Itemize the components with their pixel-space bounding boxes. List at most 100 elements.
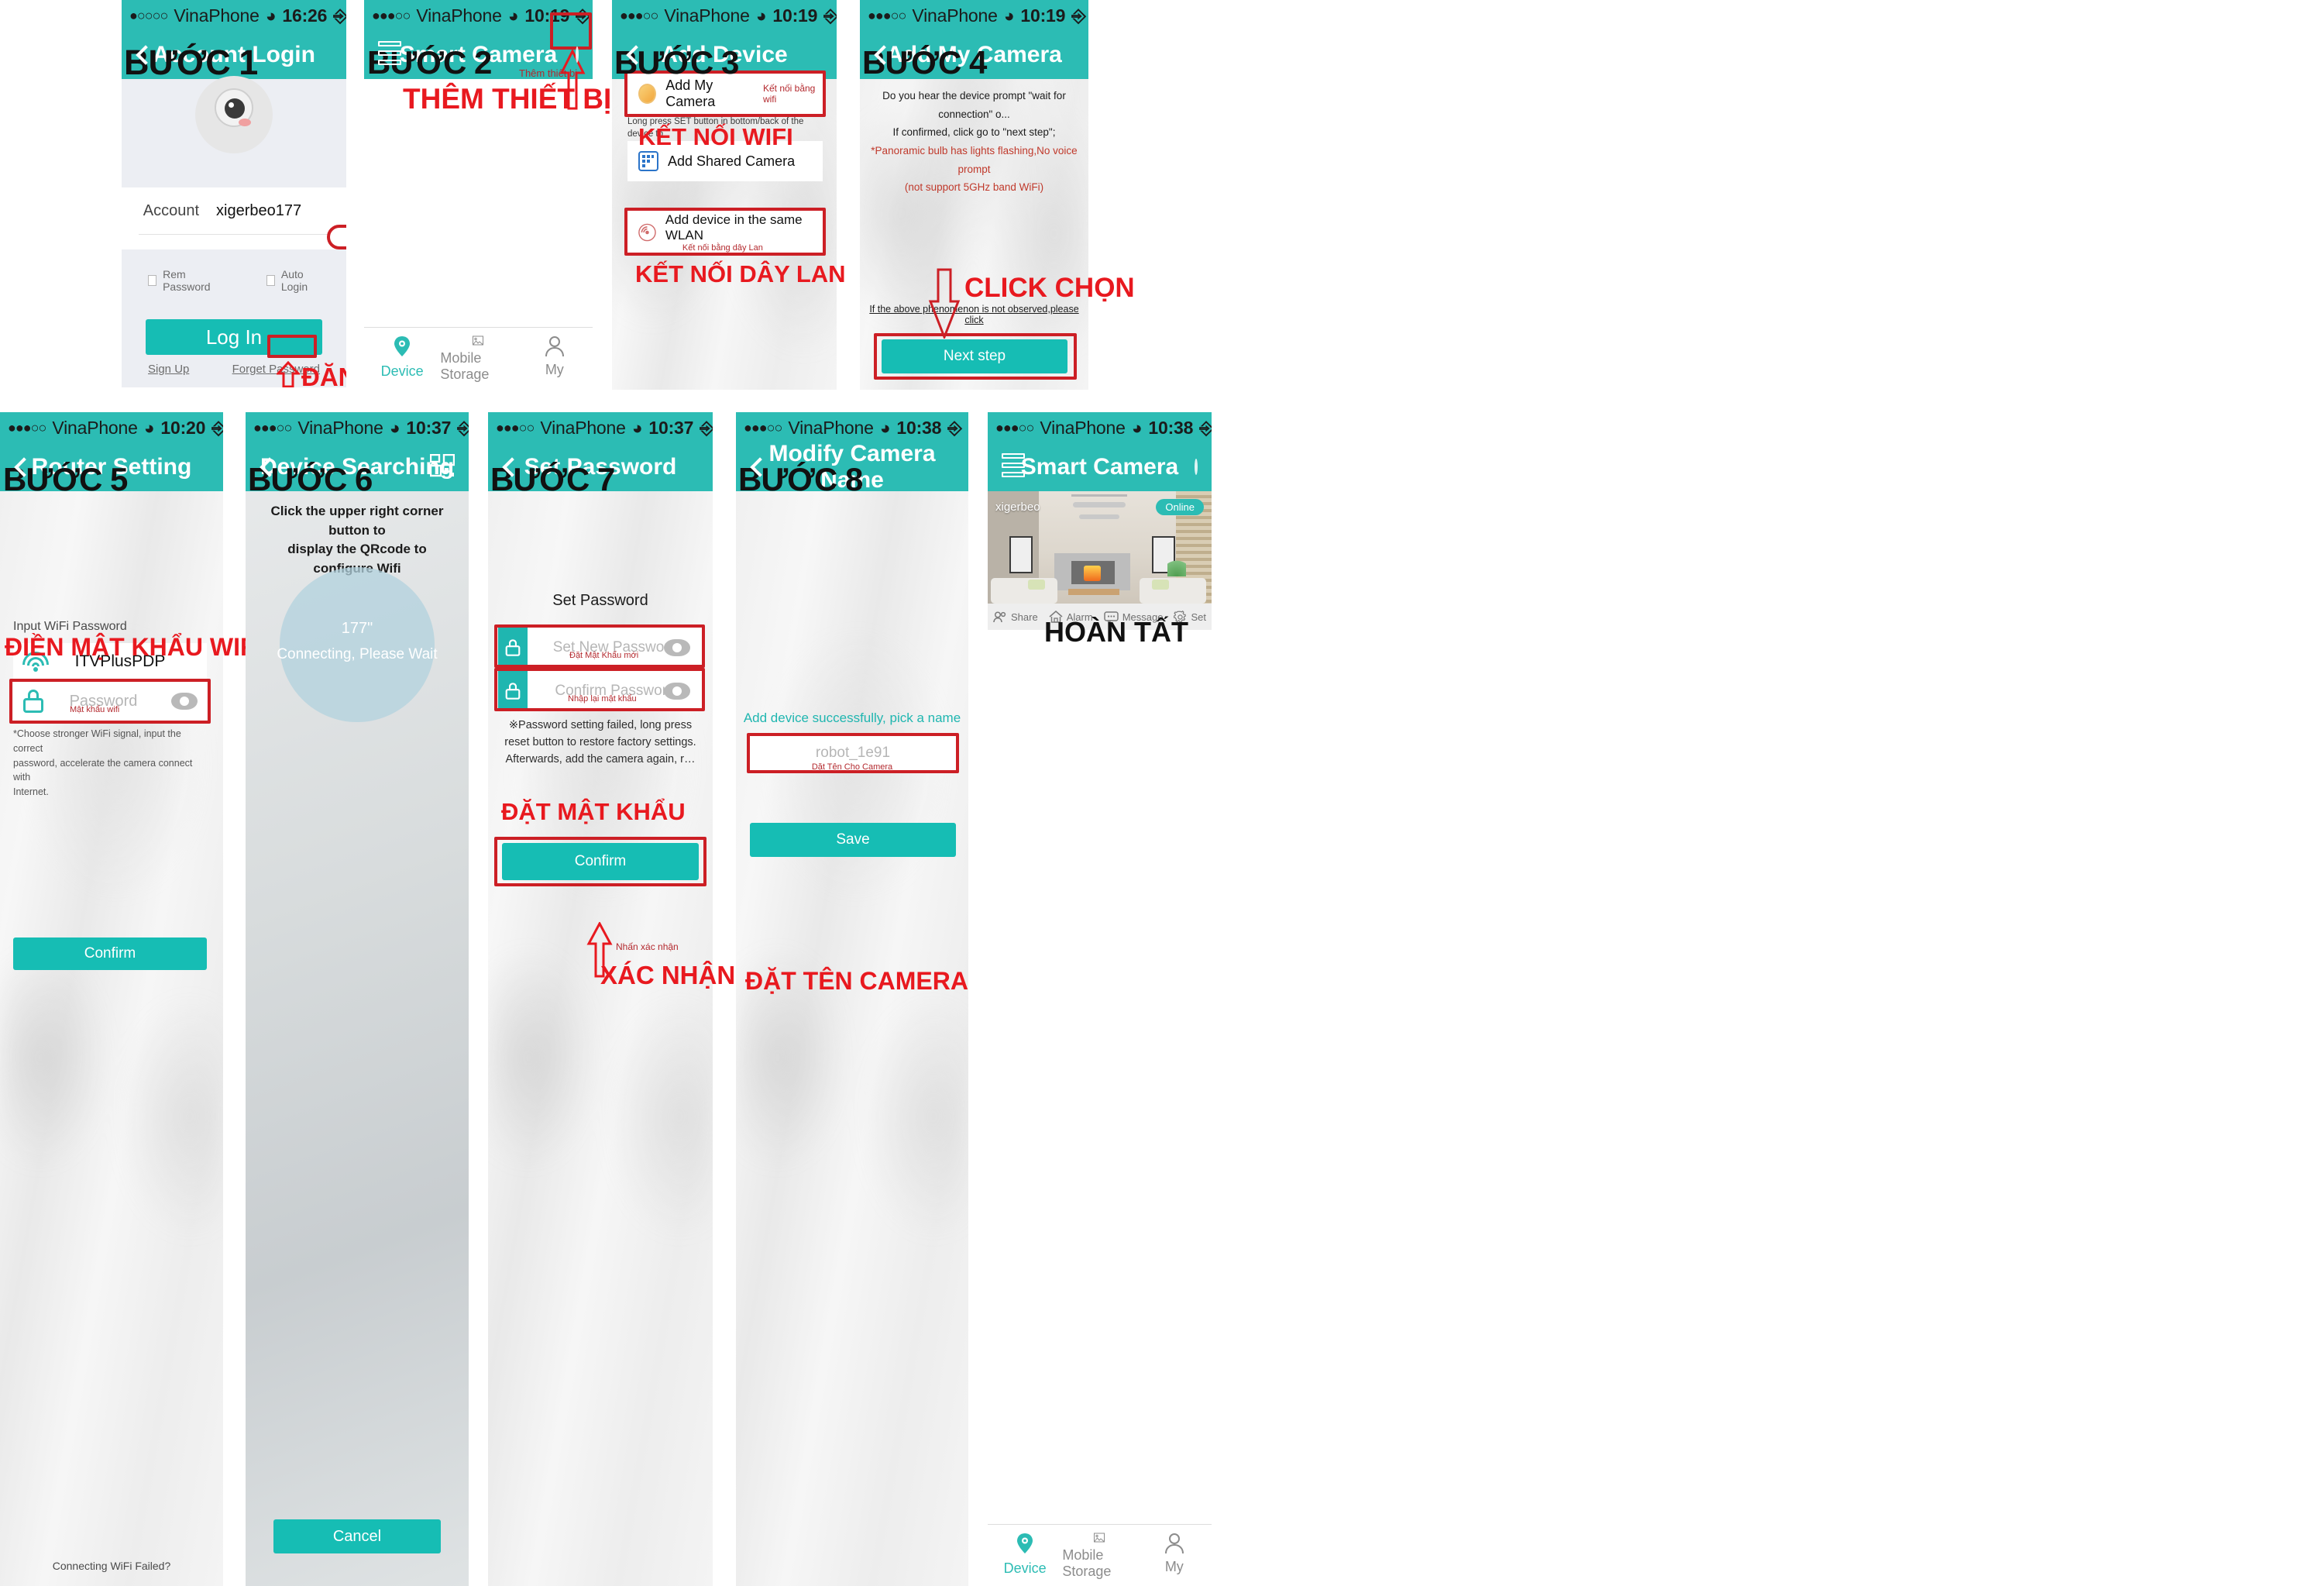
- status-bar: ●●●○○ VinaPhone ◕ 10:38 ⎆ ➤ ⏰ 87%: [736, 412, 968, 443]
- prompt-line-2: If confirmed, click go to "next step";: [892, 126, 1056, 139]
- signal-dots-icon: ●●●○○: [744, 419, 782, 435]
- status-bar: ●●●○○ VinaPhone ◕ 10:19 ⎆ ➤ ⏰ 89%: [860, 0, 1088, 31]
- wifi-status-icon: ◕: [143, 417, 155, 438]
- action-share[interactable]: Share: [993, 611, 1038, 623]
- back-button[interactable]: [874, 45, 894, 65]
- camera-name-input[interactable]: robot_1e91: [816, 745, 890, 762]
- qrcode-button[interactable]: [429, 453, 456, 481]
- annotation-ket-noi-day-lan: KẾT NỐI DÂY LAN: [635, 260, 846, 287]
- new-password-note: Đặt Mật Khẩu mới: [569, 651, 639, 660]
- prompt-text-block: Do you hear the device prompt "wait for …: [860, 87, 1088, 197]
- add-my-camera-note: Kết nối bằng wifi: [762, 83, 816, 105]
- back-button[interactable]: [626, 45, 646, 65]
- annotation-ket-noi-wifi: KẾT NỐI WIFI: [638, 123, 793, 150]
- rem-password-label: Rem Password: [163, 268, 211, 293]
- back-button[interactable]: [502, 457, 522, 477]
- hint-line-1: ※Password setting failed, long press: [508, 719, 693, 731]
- tab-label: My: [1164, 1559, 1184, 1574]
- sign-up-link[interactable]: Sign Up: [148, 363, 189, 376]
- confirm-button-label: Confirm: [574, 853, 627, 869]
- show-password-icon[interactable]: [171, 693, 198, 710]
- carrier-label: VinaPhone: [912, 5, 998, 26]
- connecting-text: Connecting, Please Wait: [277, 646, 438, 662]
- set-password-heading: Set Password: [552, 592, 648, 609]
- bottom-tab-bar: Device Mobile Storage My: [988, 1524, 1212, 1580]
- clock-label: 10:19: [1020, 5, 1066, 26]
- tab-device[interactable]: Device: [988, 1525, 1062, 1580]
- back-button[interactable]: [14, 457, 34, 477]
- tutorial-collage: ●○○○○ VinaPhone ◕ 16:26 ⎆ ➤ ⏰ 57% Accoun…: [0, 0, 2324, 1586]
- back-button[interactable]: [260, 457, 280, 477]
- signal-dots-icon: ●●●○○: [253, 419, 292, 435]
- nav-bar: Smart Camera: [988, 443, 1212, 491]
- signal-dots-icon: ●●●○○: [995, 419, 1034, 435]
- login-button[interactable]: Log In: [146, 319, 322, 355]
- cancel-button[interactable]: Cancel: [273, 1519, 441, 1553]
- carrier-label: VinaPhone: [664, 5, 750, 26]
- hint-line-3: Internet.: [13, 786, 49, 797]
- tab-my[interactable]: My: [517, 328, 593, 383]
- background-blur: [488, 412, 713, 1586]
- status-bar: ●●●○○ VinaPhone ◕ 10:19 ⎆ ➤ ⏰ 89%: [612, 0, 837, 31]
- status-badge: Online: [1156, 499, 1204, 515]
- connecting-failed-link[interactable]: Connecting WiFi Failed?: [0, 1560, 223, 1572]
- confirm-button[interactable]: Confirm: [502, 843, 699, 880]
- back-button[interactable]: [136, 45, 156, 65]
- tab-mobile-storage[interactable]: Mobile Storage: [440, 328, 516, 383]
- menu-icon[interactable]: [378, 41, 401, 69]
- menu-icon[interactable]: [1002, 453, 1025, 481]
- avatar: [195, 76, 273, 153]
- lock-icon: [498, 671, 528, 711]
- back-button[interactable]: [750, 457, 770, 477]
- carrier-label: VinaPhone: [52, 417, 138, 438]
- confirm-button-label: Confirm: [84, 945, 136, 962]
- tab-my[interactable]: My: [1137, 1525, 1212, 1580]
- wifi-status-icon: ◕: [879, 417, 891, 438]
- panel-step6: ●●●○○ VinaPhone ◕ 10:37 ⎆ ⏰ 87% Device S…: [246, 412, 469, 1586]
- image-icon: [1094, 1533, 1105, 1543]
- hint-line-3: Afterwards, add the camera again, r…: [505, 752, 696, 765]
- qr-code-icon: [638, 151, 658, 171]
- tab-label: Mobile Storage: [1062, 1547, 1112, 1579]
- add-wlan-note: Kết nối bằng dây Lan: [682, 243, 763, 253]
- camera-preview[interactable]: xigerbeo Online: [988, 491, 1212, 604]
- confirm-button[interactable]: Confirm: [13, 937, 207, 970]
- add-device-button[interactable]: [576, 46, 579, 63]
- rotation-lock-icon: ⎆: [700, 417, 713, 438]
- show-confirm-password-icon[interactable]: [664, 683, 690, 700]
- add-wlan-row[interactable]: Add device in the same WLAN Kết nối bằng…: [627, 211, 823, 253]
- status-bar: ●●●○○ VinaPhone ◕ 10:19 ⎆ ➤ ⏰ 89%: [364, 0, 593, 31]
- rotation-lock-icon: ⎆: [1199, 417, 1212, 438]
- auto-login-checkbox[interactable]: Auto Login: [266, 268, 320, 293]
- plus-icon: [576, 46, 579, 63]
- tab-label: My: [545, 362, 564, 377]
- plus-icon: [1195, 459, 1198, 475]
- image-icon: [473, 335, 484, 346]
- hint-line-2: password, accelerate the camera connect …: [13, 757, 193, 783]
- wifi-status-icon: ◕: [507, 5, 519, 26]
- qr-grid-icon: [429, 453, 456, 476]
- wifi-status-icon: ◕: [265, 5, 277, 26]
- status-bar: ●●●○○ VinaPhone ◕ 10:20 ⎆ ⏰ 89%: [0, 412, 223, 443]
- hint-line-2: reset button to restore factory settings…: [504, 735, 696, 748]
- add-device-button[interactable]: [1195, 459, 1198, 475]
- confirm-password-row[interactable]: Confirm Password: [498, 671, 703, 711]
- rotation-lock-icon: ⎆: [1071, 5, 1086, 26]
- phenomenon-link[interactable]: If the above phenomenon is not observed,…: [860, 304, 1088, 325]
- tab-mobile-storage[interactable]: Mobile Storage: [1062, 1525, 1136, 1580]
- save-button[interactable]: Save: [750, 823, 956, 857]
- annotation-xac-nhan: XÁC NHẬN: [600, 961, 736, 989]
- next-step-button[interactable]: Next step: [882, 339, 1067, 373]
- status-bar: ●○○○○ VinaPhone ◕ 16:26 ⎆ ➤ ⏰ 57%: [122, 0, 346, 31]
- annotation-dang-ky: ĐĂNG KÝ: [301, 363, 346, 387]
- account-field-row[interactable]: Account xigerbeo177: [122, 187, 346, 234]
- carrier-label: VinaPhone: [1040, 417, 1126, 438]
- add-shared-camera-label: Add Shared Camera: [668, 153, 796, 169]
- rem-password-checkbox[interactable]: Rem Password: [148, 268, 218, 293]
- tab-device[interactable]: Device: [364, 328, 440, 383]
- wifi-hint-block: *Choose stronger WiFi signal, input the …: [13, 727, 207, 800]
- show-new-password-icon[interactable]: [664, 639, 690, 656]
- clock-label: 16:26: [282, 5, 328, 26]
- new-password-row[interactable]: Set New Password: [498, 628, 703, 668]
- wifi-password-row[interactable]: Password: [13, 682, 207, 721]
